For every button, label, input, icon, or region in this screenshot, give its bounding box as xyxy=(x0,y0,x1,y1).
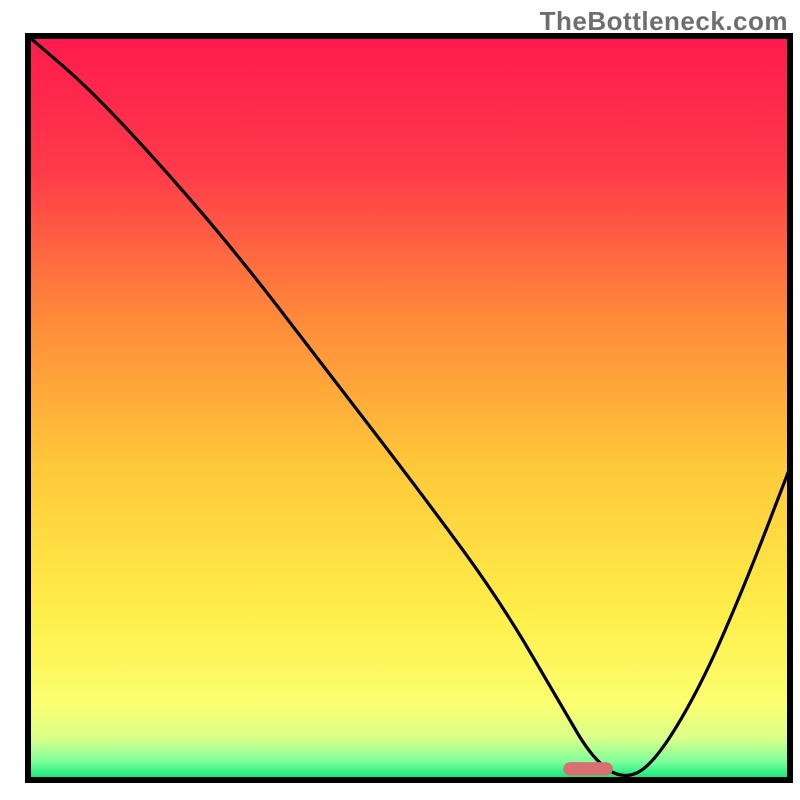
watermark-text: TheBottleneck.com xyxy=(540,6,788,37)
optimal-marker xyxy=(563,762,613,775)
bottleneck-chart xyxy=(0,0,800,800)
